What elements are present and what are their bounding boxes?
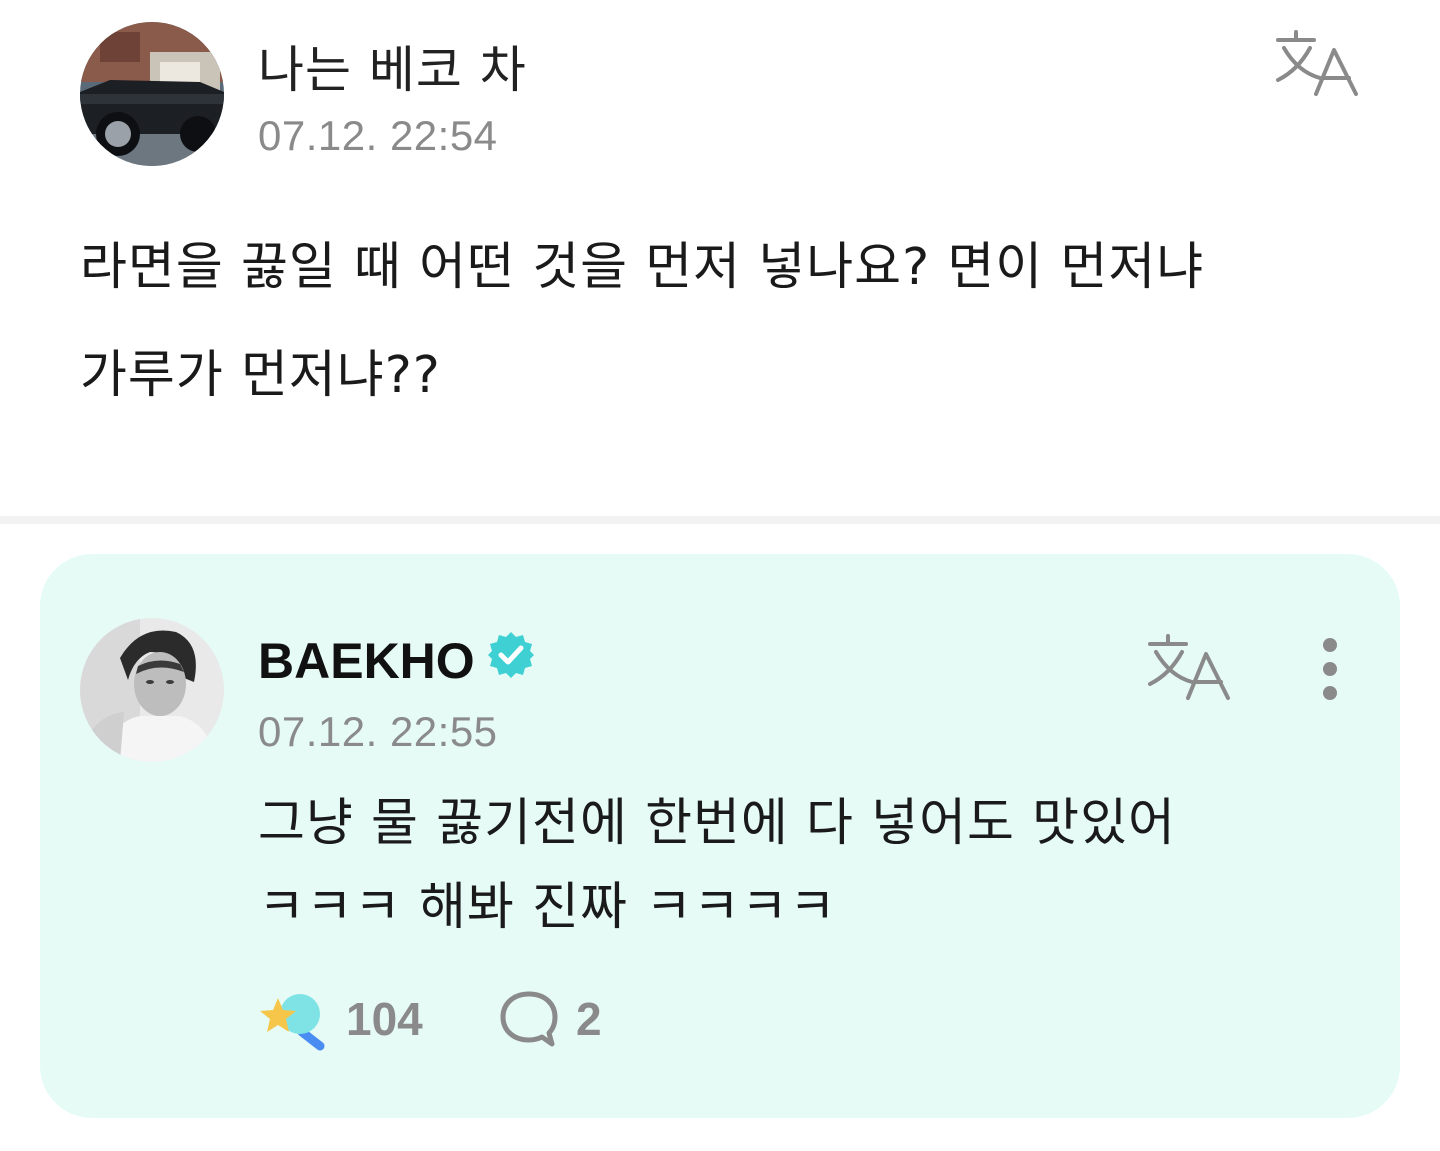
- speech-bubble-icon[interactable]: [498, 988, 560, 1052]
- original-post: 나는 베코 차 07.12. 22:54 라면을 끓일 때 어떤 것을 먼저 넣…: [0, 0, 1440, 516]
- car-photo-avatar: [80, 22, 224, 166]
- post-body-line: 가루가 먼저냐??: [80, 346, 441, 405]
- post-timestamp: 07.12. 22:54: [258, 112, 498, 159]
- translate-icon[interactable]: [1146, 632, 1232, 702]
- translate-icon[interactable]: [1274, 28, 1360, 98]
- reply-author-name[interactable]: BAEKHO: [258, 632, 475, 690]
- section-divider: [0, 516, 1440, 524]
- reply-body: 그냥 물 끓기전에 한번에 다 넣어도 맛있어 ㅋㅋㅋ 해봐 진짜 ㅋㅋㅋㅋ: [258, 782, 1358, 950]
- reply-body-line: 그냥 물 끓기전에 한번에 다 넣어도 맛있어: [258, 794, 1176, 853]
- post-author-avatar[interactable]: [80, 22, 224, 166]
- comment-count: 2: [576, 993, 602, 1045]
- reply-timestamp: 07.12. 22:55: [258, 708, 498, 755]
- reply-body-line: ㅋㅋㅋ 해봐 진짜 ㅋㅋㅋㅋ: [258, 878, 837, 937]
- artist-reply-card: BAEKHO 07.12. 22:55 그냥 물 끓기전에 한번에 다 넣어도: [40, 554, 1400, 1118]
- more-vertical-icon[interactable]: [1312, 636, 1348, 702]
- verified-badge-icon: [486, 630, 536, 680]
- reply-actions: 104 2: [258, 988, 758, 1058]
- post-body-line: 라면을 끓일 때 어떤 것을 먼저 넣나요? 면이 먼저냐: [80, 238, 1205, 297]
- star-wand-like-icon[interactable]: [258, 988, 330, 1052]
- portrait-photo-avatar: [80, 618, 224, 762]
- like-count: 104: [346, 993, 423, 1045]
- reply-author-avatar[interactable]: [80, 618, 224, 762]
- post-author-name[interactable]: 나는 베코 차: [258, 30, 527, 102]
- post-body: 라면을 끓일 때 어떤 것을 먼저 넣나요? 면이 먼저냐 가루가 먼저냐??: [80, 214, 1380, 430]
